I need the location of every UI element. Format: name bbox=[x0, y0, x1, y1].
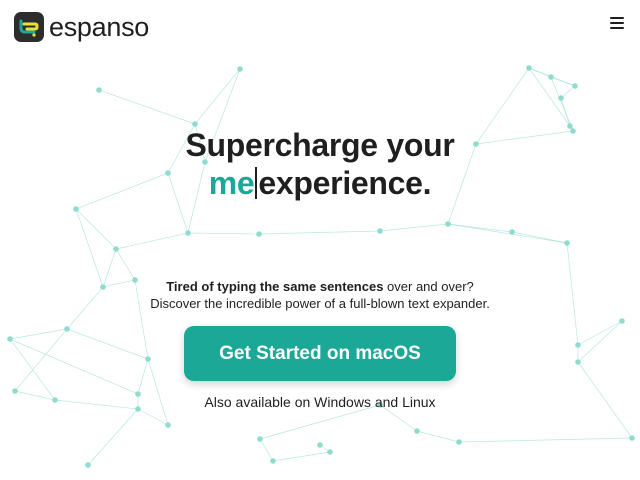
network-node bbox=[12, 388, 18, 394]
subtitle-bold: Tired of typing the same sentences bbox=[166, 279, 384, 294]
network-edge bbox=[137, 408, 169, 426]
landing-page: espanso Supercharge your me experience. T… bbox=[0, 0, 640, 480]
subtitle-rest: over and over? bbox=[383, 279, 474, 294]
network-node bbox=[327, 449, 333, 455]
network-node bbox=[73, 206, 79, 212]
network-node bbox=[113, 246, 119, 252]
typed-text: me bbox=[208, 165, 255, 201]
network-edge bbox=[447, 223, 568, 244]
network-node bbox=[7, 336, 13, 342]
network-edge bbox=[187, 232, 260, 235]
network-edge bbox=[66, 328, 149, 360]
network-node bbox=[575, 359, 581, 365]
network-edge bbox=[115, 232, 189, 250]
network-edge bbox=[258, 230, 381, 235]
network-node bbox=[270, 458, 276, 464]
network-edge bbox=[379, 223, 449, 232]
get-started-button[interactable]: Get Started on macOS bbox=[184, 326, 456, 381]
brand-home-link[interactable]: espanso bbox=[14, 12, 149, 42]
network-node bbox=[64, 326, 70, 332]
hero-title-line2-rest: experience. bbox=[258, 165, 432, 201]
network-node bbox=[564, 240, 570, 246]
hero-title-line1: Supercharge your bbox=[185, 127, 455, 163]
network-node bbox=[456, 439, 462, 445]
hamburger-menu-icon[interactable] bbox=[610, 16, 624, 30]
network-node bbox=[414, 428, 420, 434]
network-node bbox=[629, 435, 635, 441]
network-node bbox=[445, 221, 451, 227]
espanso-logo-icon bbox=[14, 12, 44, 42]
network-edge bbox=[458, 437, 633, 443]
network-node bbox=[509, 229, 515, 235]
network-node bbox=[257, 436, 263, 442]
network-edge bbox=[87, 408, 139, 466]
network-node bbox=[237, 66, 243, 72]
network-edge bbox=[416, 430, 460, 443]
site-header: espanso bbox=[0, 0, 640, 56]
hero-subtitle: Tired of typing the same sentences over … bbox=[0, 278, 640, 312]
also-available-text: Also available on Windows and Linux bbox=[204, 394, 436, 410]
network-edge bbox=[75, 208, 104, 288]
network-node bbox=[96, 87, 102, 93]
network-edge bbox=[147, 358, 169, 426]
network-edge bbox=[272, 451, 331, 462]
brand-name: espanso bbox=[49, 12, 149, 42]
network-node bbox=[145, 356, 151, 362]
network-edge bbox=[137, 358, 149, 395]
network-node bbox=[165, 422, 171, 428]
network-edge bbox=[98, 89, 196, 125]
hero-title-line2: me experience. bbox=[0, 164, 640, 202]
network-node bbox=[185, 230, 191, 236]
hero-title: Supercharge your me experience. bbox=[0, 126, 640, 202]
network-node bbox=[85, 462, 91, 468]
network-node bbox=[317, 442, 323, 448]
network-node bbox=[619, 318, 625, 324]
subtitle-line2: Discover the incredible power of a full-… bbox=[150, 296, 490, 311]
network-node bbox=[572, 83, 578, 89]
network-edge bbox=[194, 68, 241, 125]
network-edge bbox=[259, 438, 274, 462]
subtitle-line1: Tired of typing the same sentences over … bbox=[0, 278, 640, 295]
network-edge bbox=[259, 404, 381, 440]
network-node bbox=[558, 95, 564, 101]
network-edge bbox=[9, 328, 68, 340]
network-node bbox=[377, 228, 383, 234]
network-edge bbox=[9, 338, 139, 395]
network-edge bbox=[75, 208, 117, 250]
network-node bbox=[256, 231, 262, 237]
network-node bbox=[526, 65, 532, 71]
network-node bbox=[548, 74, 554, 80]
network-node bbox=[575, 342, 581, 348]
network-edge bbox=[115, 248, 136, 281]
